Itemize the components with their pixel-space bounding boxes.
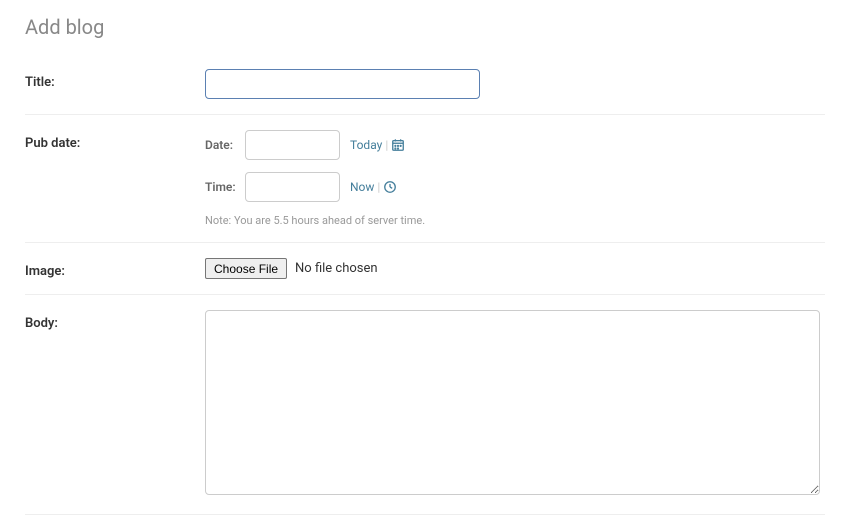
time-input[interactable] xyxy=(245,172,340,202)
clock-icon[interactable] xyxy=(383,180,397,194)
choose-file-button[interactable]: Choose File xyxy=(205,258,287,279)
label-pub-date: Pub date: xyxy=(25,130,205,151)
field-pub-date-body: Date: Today | Time: N xyxy=(205,130,825,227)
date-input[interactable] xyxy=(245,130,340,160)
field-title-body xyxy=(205,69,825,99)
now-link[interactable]: Now xyxy=(350,180,374,194)
page-title: Add blog xyxy=(25,15,825,39)
timezone-help-text: Note: You are 5.5 hours ahead of server … xyxy=(205,214,825,227)
row-title: Title: xyxy=(25,64,825,115)
calendar-icon[interactable] xyxy=(391,138,405,152)
today-link[interactable]: Today xyxy=(350,138,382,152)
field-body-body xyxy=(205,310,825,499)
label-image: Image: xyxy=(25,258,205,279)
date-sub-row: Date: Today | xyxy=(205,130,825,160)
file-input-wrap: Choose File No file chosen xyxy=(205,258,825,279)
time-sub-row: Time: Now | xyxy=(205,172,825,202)
row-pub-date: Pub date: Date: Today | xyxy=(25,115,825,243)
title-input[interactable] xyxy=(205,69,480,99)
file-status-text: No file chosen xyxy=(295,261,378,276)
label-date: Date: xyxy=(205,138,245,152)
row-body: Body: xyxy=(25,295,825,515)
label-time: Time: xyxy=(205,180,245,194)
row-image: Image: Choose File No file chosen xyxy=(25,243,825,295)
body-textarea[interactable] xyxy=(205,310,820,495)
separator: | xyxy=(385,138,388,152)
field-image-body: Choose File No file chosen xyxy=(205,258,825,279)
separator: | xyxy=(377,180,380,194)
label-title: Title: xyxy=(25,69,205,90)
label-body: Body: xyxy=(25,310,205,331)
